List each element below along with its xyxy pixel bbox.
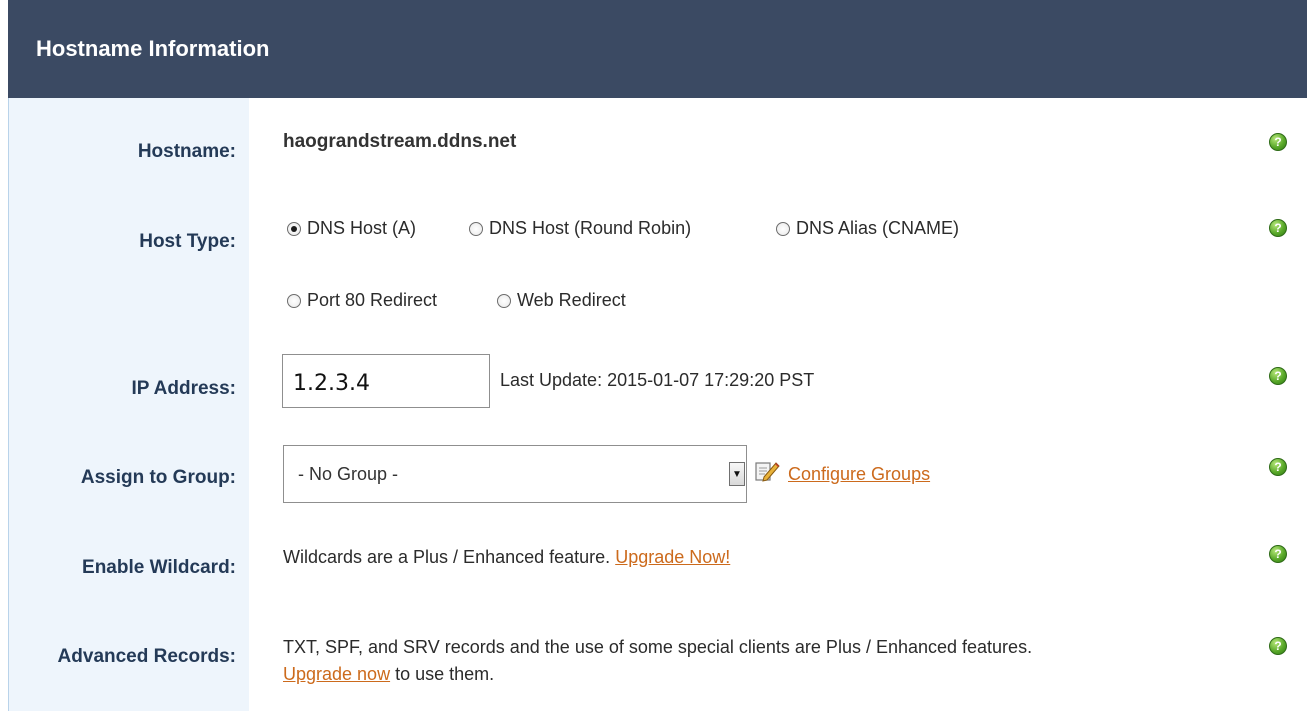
- group-select[interactable]: - No Group - ▼: [283, 445, 747, 503]
- radio-button[interactable]: [469, 221, 483, 236]
- advanced-text-line2: Upgrade now to use them.: [283, 664, 494, 685]
- wildcard-text: Wildcards are a Plus / Enhanced feature.: [283, 547, 611, 567]
- radio-label: DNS Alias (CNAME): [796, 218, 960, 238]
- help-icon[interactable]: ?: [1269, 367, 1287, 385]
- host-type-label: Host Type:: [139, 231, 236, 252]
- radio-dns-host-round-robin[interactable]: DNS Host (Round Robin): [469, 218, 691, 239]
- wildcard-text-row: Wildcards are a Plus / Enhanced feature.…: [283, 547, 730, 568]
- assign-group-label: Assign to Group:: [80, 467, 236, 488]
- radio-button[interactable]: [776, 221, 790, 236]
- radio-button[interactable]: [497, 293, 511, 308]
- edit-icon[interactable]: [754, 459, 780, 483]
- help-icon[interactable]: ?: [1269, 219, 1287, 237]
- radio-port-80-redirect[interactable]: Port 80 Redirect: [287, 290, 437, 311]
- radio-label: Port 80 Redirect: [307, 290, 438, 310]
- enable-wildcard-label: Enable Wildcard:: [82, 557, 236, 578]
- configure-groups-link[interactable]: Configure Groups: [788, 464, 930, 485]
- ip-address-input[interactable]: 1.2.3.4: [282, 354, 490, 408]
- advanced-records-label: Advanced Records:: [57, 646, 236, 667]
- radio-web-redirect[interactable]: Web Redirect: [497, 290, 626, 311]
- advanced-text-suffix: to use them.: [395, 664, 495, 684]
- panel-header: Hostname Information: [8, 0, 1307, 98]
- radio-button[interactable]: [287, 293, 301, 308]
- radio-label: Web Redirect: [517, 290, 626, 310]
- last-update-text: Last Update: 2015-01-07 17:29:20 PST: [500, 370, 815, 390]
- label-column: [8, 98, 249, 711]
- help-icon[interactable]: ?: [1269, 133, 1287, 151]
- radio-dns-alias-cname[interactable]: DNS Alias (CNAME): [776, 218, 959, 239]
- group-selected-value: - No Group -: [298, 464, 399, 484]
- radio-dns-host-a[interactable]: DNS Host (A): [287, 218, 416, 239]
- help-icon[interactable]: ?: [1269, 545, 1287, 563]
- upgrade-now-link[interactable]: Upgrade now: [283, 664, 390, 684]
- hostname-value: haograndstream.ddns.net: [283, 131, 517, 152]
- radio-label: DNS Host (Round Robin): [489, 218, 692, 238]
- radio-label: DNS Host (A): [307, 218, 417, 238]
- ip-address-label: IP Address:: [131, 378, 236, 399]
- advanced-text-line1: TXT, SPF, and SRV records and the use of…: [283, 637, 1033, 657]
- chevron-down-icon[interactable]: ▼: [729, 462, 745, 486]
- help-icon[interactable]: ?: [1269, 458, 1287, 476]
- radio-button[interactable]: [287, 221, 301, 236]
- hostname-label: Hostname:: [137, 141, 236, 162]
- upgrade-now-link[interactable]: Upgrade Now!: [615, 547, 730, 567]
- hostname-information-panel: Hostname Information Hostname: haogrands…: [8, 0, 1307, 711]
- panel-title: Hostname Information: [36, 36, 270, 61]
- help-icon[interactable]: ?: [1269, 637, 1287, 655]
